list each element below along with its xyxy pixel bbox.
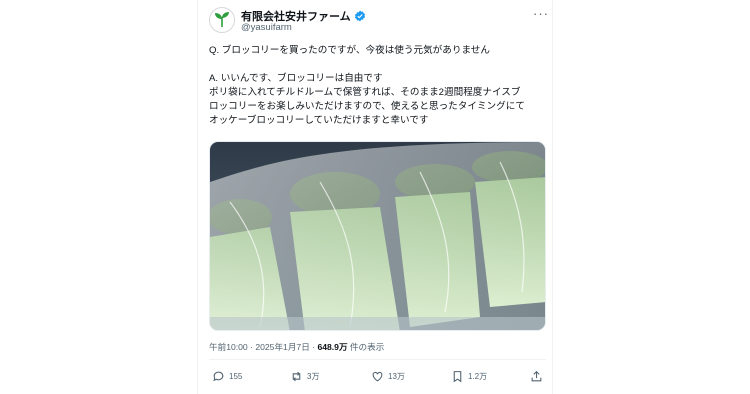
view-label: 件の表示: [347, 342, 385, 352]
sprout-logo-icon: [215, 12, 229, 28]
reply-button[interactable]: 155: [212, 370, 242, 383]
tweet-photo[interactable]: [209, 141, 546, 331]
retweet-count: 3万: [307, 372, 320, 381]
reply-icon: [213, 371, 224, 382]
view-count: 648.9万: [317, 342, 348, 352]
retweet-button[interactable]: 3万: [290, 370, 319, 383]
retweet-icon: [292, 371, 301, 382]
bookmark-count: 1.2万: [468, 372, 488, 381]
bookmark-button[interactable]: 1.2万: [451, 370, 487, 383]
tweet-text-line: ロッコリーをお楽しみいただけますので、使えると思ったタイミングにて: [209, 101, 525, 112]
reply-count: 155: [229, 372, 243, 381]
like-count: 13万: [388, 372, 405, 381]
timestamp[interactable]: 午前10:00 · 2025年1月7日 ·: [209, 342, 317, 352]
heart-icon: [372, 371, 383, 382]
broccoli-photo-illustration: [210, 142, 545, 330]
like-button[interactable]: 13万: [371, 370, 405, 383]
divider: [209, 359, 546, 360]
share-icon: [531, 370, 542, 382]
tweet-text-line: A. いいんです、ブロッコリーは自由です: [209, 73, 383, 84]
share-button[interactable]: [530, 370, 543, 383]
handle[interactable]: @yasuifarm: [241, 22, 292, 33]
tweet-meta: 午前10:00 · 2025年1月7日 · 648.9万 件の表示: [209, 341, 384, 353]
tweet-text-line: オッケーブロッコリーしていただけますと幸いです: [209, 115, 429, 126]
tweet-text-line: ポリ袋に入れてチルドルームで保管すれば、そのまま2週間程度ナイスブ: [209, 87, 521, 98]
verified-badge-icon: [354, 10, 365, 22]
avatar[interactable]: [209, 7, 235, 33]
tweet-text-line: Q. ブロッコリーを買ったのですが、今夜は使う元気がありません: [209, 45, 490, 56]
more-options-icon[interactable]: ···: [533, 6, 549, 21]
bookmark-icon: [453, 371, 462, 383]
